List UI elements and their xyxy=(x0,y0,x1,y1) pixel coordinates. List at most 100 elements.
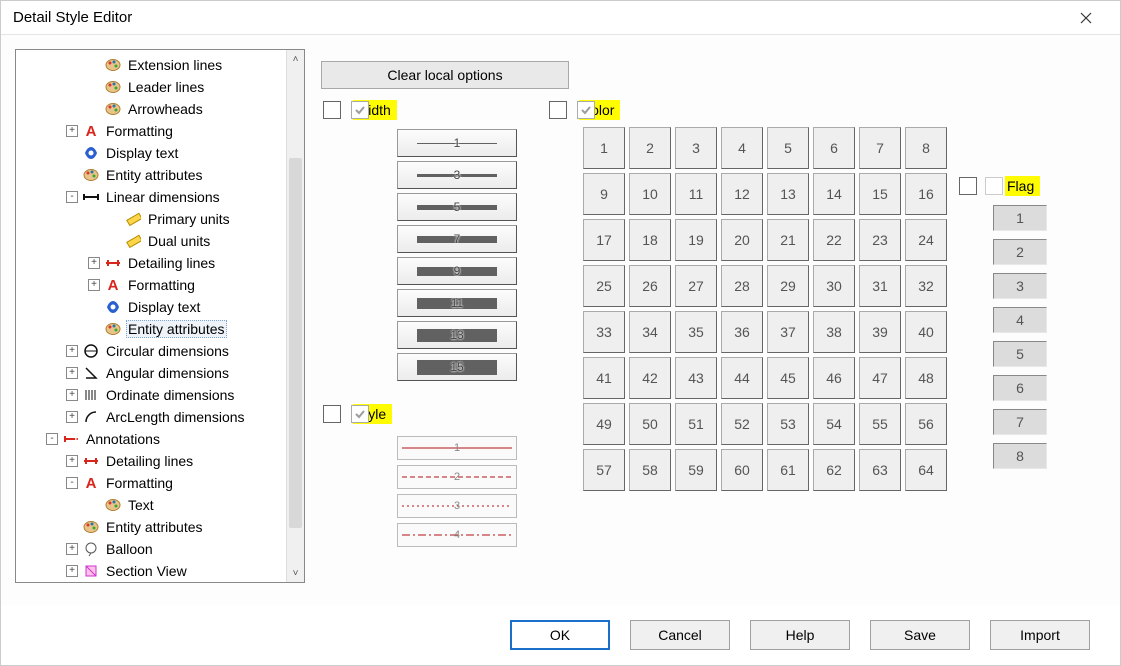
color-swatch-25[interactable]: 25 xyxy=(583,265,625,307)
flag-option-5[interactable]: 5 xyxy=(993,341,1047,367)
width-option-13[interactable]: 13 xyxy=(397,321,517,349)
color-swatch-60[interactable]: 60 xyxy=(721,449,763,491)
color-swatch-30[interactable]: 30 xyxy=(813,265,855,307)
width-outer-checkbox[interactable] xyxy=(323,101,341,119)
style-option-4[interactable]: 4 xyxy=(397,523,517,547)
tree-item[interactable]: +Section View xyxy=(18,560,302,582)
color-swatch-15[interactable]: 15 xyxy=(859,173,901,215)
color-swatch-32[interactable]: 32 xyxy=(905,265,947,307)
color-swatch-57[interactable]: 57 xyxy=(583,449,625,491)
color-swatch-3[interactable]: 3 xyxy=(675,127,717,169)
help-button[interactable]: Help xyxy=(750,620,850,650)
tree-body[interactable]: Extension linesLeader linesArrowheads+AF… xyxy=(16,50,304,583)
width-option-7[interactable]: 7 xyxy=(397,225,517,253)
flag-option-4[interactable]: 4 xyxy=(993,307,1047,333)
color-swatch-6[interactable]: 6 xyxy=(813,127,855,169)
tree-expand-icon[interactable]: + xyxy=(66,389,78,401)
color-swatch-13[interactable]: 13 xyxy=(767,173,809,215)
tree-item[interactable]: Entity attributes xyxy=(18,164,302,186)
style-option-2[interactable]: 2 xyxy=(397,465,517,489)
tree-item[interactable]: +AFormatting xyxy=(18,120,302,142)
color-swatch-27[interactable]: 27 xyxy=(675,265,717,307)
color-swatch-34[interactable]: 34 xyxy=(629,311,671,353)
color-swatch-50[interactable]: 50 xyxy=(629,403,671,445)
color-inner-checkbox[interactable] xyxy=(577,101,595,119)
color-swatch-8[interactable]: 8 xyxy=(905,127,947,169)
tree-item[interactable]: +ArcLength dimensions xyxy=(18,406,302,428)
color-swatch-40[interactable]: 40 xyxy=(905,311,947,353)
tree-item[interactable]: +Angular dimensions xyxy=(18,362,302,384)
tree-item[interactable]: Extension lines xyxy=(18,54,302,76)
color-swatch-64[interactable]: 64 xyxy=(905,449,947,491)
color-swatch-43[interactable]: 43 xyxy=(675,357,717,399)
scroll-up-icon[interactable]: ˄ xyxy=(287,50,304,68)
flag-option-6[interactable]: 6 xyxy=(993,375,1047,401)
tree-item[interactable]: +Detailing lines xyxy=(18,450,302,472)
tree-expand-icon[interactable]: - xyxy=(66,191,78,203)
width-inner-checkbox[interactable] xyxy=(351,101,369,119)
tree-expand-icon[interactable]: + xyxy=(66,345,78,357)
color-swatch-55[interactable]: 55 xyxy=(859,403,901,445)
width-option-3[interactable]: 3 xyxy=(397,161,517,189)
color-swatch-41[interactable]: 41 xyxy=(583,357,625,399)
close-button[interactable] xyxy=(1064,3,1108,33)
flag-option-8[interactable]: 8 xyxy=(993,443,1047,469)
tree-item[interactable]: Entity attributes xyxy=(18,516,302,538)
color-swatch-59[interactable]: 59 xyxy=(675,449,717,491)
color-swatch-33[interactable]: 33 xyxy=(583,311,625,353)
color-swatch-42[interactable]: 42 xyxy=(629,357,671,399)
tree-scrollbar[interactable]: ˄ ˅ xyxy=(286,50,304,582)
color-swatch-2[interactable]: 2 xyxy=(629,127,671,169)
color-swatch-45[interactable]: 45 xyxy=(767,357,809,399)
color-swatch-22[interactable]: 22 xyxy=(813,219,855,261)
tree-expand-icon[interactable]: + xyxy=(88,257,100,269)
color-swatch-52[interactable]: 52 xyxy=(721,403,763,445)
style-inner-checkbox[interactable] xyxy=(351,405,369,423)
color-swatch-21[interactable]: 21 xyxy=(767,219,809,261)
color-swatch-20[interactable]: 20 xyxy=(721,219,763,261)
color-swatch-38[interactable]: 38 xyxy=(813,311,855,353)
tree-expand-icon[interactable]: - xyxy=(46,433,58,445)
tree-item[interactable]: +AFormatting xyxy=(18,274,302,296)
color-swatch-12[interactable]: 12 xyxy=(721,173,763,215)
color-swatch-23[interactable]: 23 xyxy=(859,219,901,261)
import-button[interactable]: Import xyxy=(990,620,1090,650)
color-swatch-47[interactable]: 47 xyxy=(859,357,901,399)
color-swatch-58[interactable]: 58 xyxy=(629,449,671,491)
color-swatch-10[interactable]: 10 xyxy=(629,173,671,215)
color-swatch-5[interactable]: 5 xyxy=(767,127,809,169)
scroll-down-icon[interactable]: ˅ xyxy=(287,564,304,582)
tree-expand-icon[interactable]: - xyxy=(66,477,78,489)
color-swatch-14[interactable]: 14 xyxy=(813,173,855,215)
save-button[interactable]: Save xyxy=(870,620,970,650)
tree-item[interactable]: -AFormatting xyxy=(18,472,302,494)
color-swatch-46[interactable]: 46 xyxy=(813,357,855,399)
tree-item[interactable]: +Circular dimensions xyxy=(18,340,302,362)
tree-expand-icon[interactable]: + xyxy=(66,565,78,577)
width-option-1[interactable]: 1 xyxy=(397,129,517,157)
color-swatch-26[interactable]: 26 xyxy=(629,265,671,307)
color-swatch-44[interactable]: 44 xyxy=(721,357,763,399)
cancel-button[interactable]: Cancel xyxy=(630,620,730,650)
flag-option-1[interactable]: 1 xyxy=(993,205,1047,231)
color-swatch-1[interactable]: 1 xyxy=(583,127,625,169)
style-option-3[interactable]: 3 xyxy=(397,494,517,518)
tree-item[interactable]: Entity attributes xyxy=(18,318,302,340)
tree-item[interactable]: Display text xyxy=(18,142,302,164)
color-swatch-35[interactable]: 35 xyxy=(675,311,717,353)
color-swatch-29[interactable]: 29 xyxy=(767,265,809,307)
color-swatch-51[interactable]: 51 xyxy=(675,403,717,445)
color-swatch-56[interactable]: 56 xyxy=(905,403,947,445)
color-swatch-11[interactable]: 11 xyxy=(675,173,717,215)
color-swatch-18[interactable]: 18 xyxy=(629,219,671,261)
tree-item[interactable]: Text xyxy=(18,494,302,516)
color-swatch-63[interactable]: 63 xyxy=(859,449,901,491)
style-option-1[interactable]: 1 xyxy=(397,436,517,460)
clear-local-options-button[interactable]: Clear local options xyxy=(321,61,569,89)
color-swatch-7[interactable]: 7 xyxy=(859,127,901,169)
color-outer-checkbox[interactable] xyxy=(549,101,567,119)
color-swatch-28[interactable]: 28 xyxy=(721,265,763,307)
color-swatch-9[interactable]: 9 xyxy=(583,173,625,215)
color-swatch-54[interactable]: 54 xyxy=(813,403,855,445)
flag-inner-checkbox[interactable] xyxy=(985,177,1003,195)
